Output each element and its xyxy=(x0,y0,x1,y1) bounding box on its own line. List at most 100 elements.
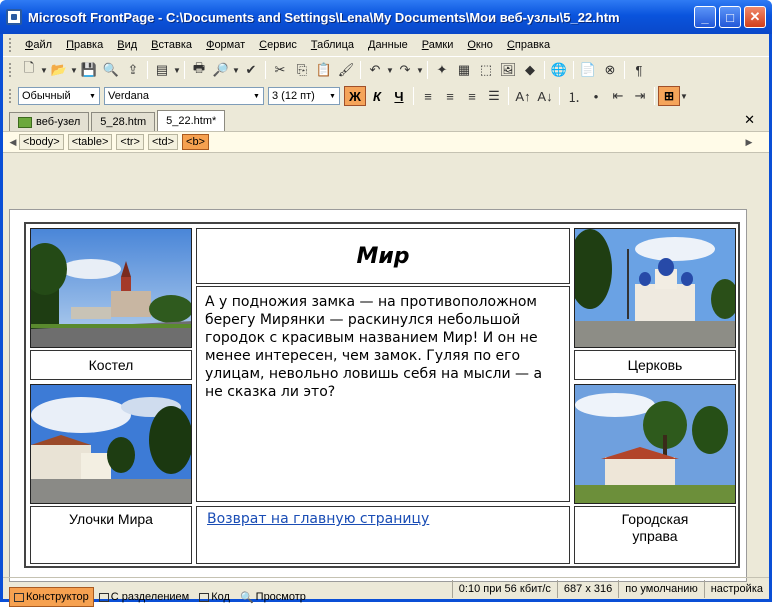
menu-format[interactable]: Формат xyxy=(199,39,252,51)
caption-streets[interactable]: Улочки Мира xyxy=(30,506,192,564)
minimize-button[interactable]: _ xyxy=(694,6,716,28)
menu-grip xyxy=(9,38,12,52)
increase-font-icon[interactable]: A↑ xyxy=(512,86,534,106)
church-photo[interactable] xyxy=(30,228,192,348)
decrease-indent-icon[interactable]: ⇤ xyxy=(607,86,629,106)
hyperlink-icon[interactable]: 🌐 xyxy=(548,60,570,80)
new-dropdown-icon[interactable]: ▼ xyxy=(40,66,48,75)
custom-status[interactable]: настройка xyxy=(703,579,769,598)
paste-icon[interactable]: 📋 xyxy=(313,60,335,80)
toolbar-separator xyxy=(413,87,414,105)
menu-data[interactable]: Данные xyxy=(361,39,415,51)
style-dropdown-icon[interactable]: ▼ xyxy=(86,88,99,104)
maximize-button[interactable]: □ xyxy=(719,6,741,28)
layout-table[interactable]: Костел Улочки Мира Мир А у подножия замк… xyxy=(24,222,740,568)
size-dropdown-icon[interactable]: ▼ xyxy=(326,88,339,104)
download-time: 0:10 при 56 кбит/с xyxy=(451,579,557,598)
format-painter-icon[interactable]: 🖌 xyxy=(335,60,357,80)
redo-dropdown-icon[interactable]: ▼ xyxy=(416,66,424,75)
tag-b[interactable]: <b> xyxy=(182,134,209,150)
menu-help[interactable]: Справка xyxy=(500,39,557,51)
toolbar-separator xyxy=(573,61,574,79)
town-hall-photo[interactable] xyxy=(574,384,736,504)
save-icon[interactable]: 💾 xyxy=(78,60,100,80)
font-select[interactable]: Verdana ▼ xyxy=(104,87,264,105)
decrease-font-icon[interactable]: A↓ xyxy=(534,86,556,106)
align-left-icon[interactable]: ≡ xyxy=(417,86,439,106)
undo-icon[interactable]: ↶ xyxy=(364,60,386,80)
borders-icon[interactable]: ⊞ xyxy=(658,86,680,106)
style-select[interactable]: Обычный ▼ xyxy=(18,87,100,105)
tag-tr[interactable]: <tr> xyxy=(116,134,144,150)
undo-dropdown-icon[interactable]: ▼ xyxy=(386,66,394,75)
close-tab-icon[interactable]: ✕ xyxy=(744,112,755,128)
page-title[interactable]: Мир xyxy=(196,228,570,284)
numbering-icon[interactable]: ⒈ xyxy=(563,86,585,106)
tag-table[interactable]: <table> xyxy=(67,134,113,150)
menu-file[interactable]: Файл xyxy=(18,39,59,51)
bullets-icon[interactable]: • xyxy=(585,86,607,106)
show-all-icon[interactable]: ¶ xyxy=(628,60,650,80)
open-dropdown-icon[interactable]: ▼ xyxy=(70,66,78,75)
drawing-icon[interactable]: ◆ xyxy=(519,60,541,80)
menu-table[interactable]: Таблица xyxy=(304,39,361,51)
spelling-icon[interactable]: ✔ xyxy=(240,60,262,80)
caption-church[interactable]: Церковь xyxy=(574,350,736,380)
toggle-pane-icon[interactable]: ▤ xyxy=(151,60,173,80)
preview-dropdown-icon[interactable]: ▼ xyxy=(232,66,240,75)
increase-indent-icon[interactable]: ⇥ xyxy=(629,86,651,106)
caption-costel[interactable]: Костел xyxy=(30,350,192,380)
insert-picture-icon[interactable]: 🖼 xyxy=(497,60,519,80)
tag-body[interactable]: <body> xyxy=(19,134,64,150)
tag-scroll-left-icon[interactable]: ◀ xyxy=(7,137,19,148)
streets-photo[interactable] xyxy=(30,384,192,504)
new-page-icon[interactable]: 🗋 xyxy=(18,60,40,80)
insert-table-icon[interactable]: ▦ xyxy=(453,60,475,80)
italic-button[interactable]: К xyxy=(366,86,388,106)
font-dropdown-icon[interactable]: ▼ xyxy=(250,88,263,104)
tag-scroll-right-icon[interactable]: ▶ xyxy=(743,137,755,148)
toolbar-separator xyxy=(184,61,185,79)
pane-dropdown-icon[interactable]: ▼ xyxy=(173,66,181,75)
tag-td[interactable]: <td> xyxy=(147,134,179,150)
borders-dropdown-icon[interactable]: ▼ xyxy=(680,92,688,101)
web-component-icon[interactable]: ✦ xyxy=(431,60,453,80)
tab-5-28[interactable]: 5_28.htm xyxy=(91,112,156,131)
insert-layer-icon[interactable]: ⬚ xyxy=(475,60,497,80)
menu-window[interactable]: Окно xyxy=(460,39,500,51)
tab-5-22[interactable]: 5_22.htm* xyxy=(157,110,226,131)
print-icon[interactable]: 🖶 xyxy=(188,60,210,80)
orthodox-church-photo[interactable] xyxy=(574,228,736,348)
preview-icon[interactable]: 🔎 xyxy=(210,60,232,80)
caption-town-hall[interactable]: Городская управа xyxy=(574,506,736,564)
copy-icon[interactable]: ⎘ xyxy=(291,60,313,80)
publish-icon[interactable]: ⇪ xyxy=(122,60,144,80)
menu-frames[interactable]: Рамки xyxy=(415,39,461,51)
stop-icon[interactable]: ⊗ xyxy=(599,60,621,80)
bold-button[interactable]: Ж xyxy=(344,86,366,106)
design-view[interactable]: Костел Улочки Мира Мир А у подножия замк… xyxy=(9,209,747,582)
home-link[interactable]: Возврат на главную страницу xyxy=(197,507,569,531)
page-body-text[interactable]: А у подножия замка — на противоположном … xyxy=(196,286,570,502)
document-tabs: веб-узел 5_28.htm 5_22.htm* ✕ xyxy=(3,109,769,131)
tab-website[interactable]: веб-узел xyxy=(9,112,90,131)
code-snippet-icon[interactable]: 📄 xyxy=(577,60,599,80)
doctype-status[interactable]: по умолчанию xyxy=(618,579,703,598)
menu-tools[interactable]: Сервис xyxy=(252,39,304,51)
align-center-icon[interactable]: ≡ xyxy=(439,86,461,106)
menu-insert[interactable]: Вставка xyxy=(144,39,199,51)
size-select[interactable]: 3 (12 пт) ▼ xyxy=(268,87,340,105)
toolbar-separator xyxy=(654,87,655,105)
close-button[interactable]: ✕ xyxy=(744,6,766,28)
justify-icon[interactable]: ☰ xyxy=(483,86,505,106)
cut-icon[interactable]: ✂ xyxy=(269,60,291,80)
redo-icon[interactable]: ↷ xyxy=(394,60,416,80)
underline-button[interactable]: Ч xyxy=(388,86,410,106)
menu-view[interactable]: Вид xyxy=(110,39,144,51)
search-icon[interactable]: 🔍 xyxy=(100,60,122,80)
toolbar-separator xyxy=(427,61,428,79)
align-right-icon[interactable]: ≡ xyxy=(461,86,483,106)
menu-edit[interactable]: Правка xyxy=(59,39,110,51)
church-photo-image xyxy=(31,229,191,347)
open-folder-icon[interactable]: 📂 xyxy=(48,60,70,80)
